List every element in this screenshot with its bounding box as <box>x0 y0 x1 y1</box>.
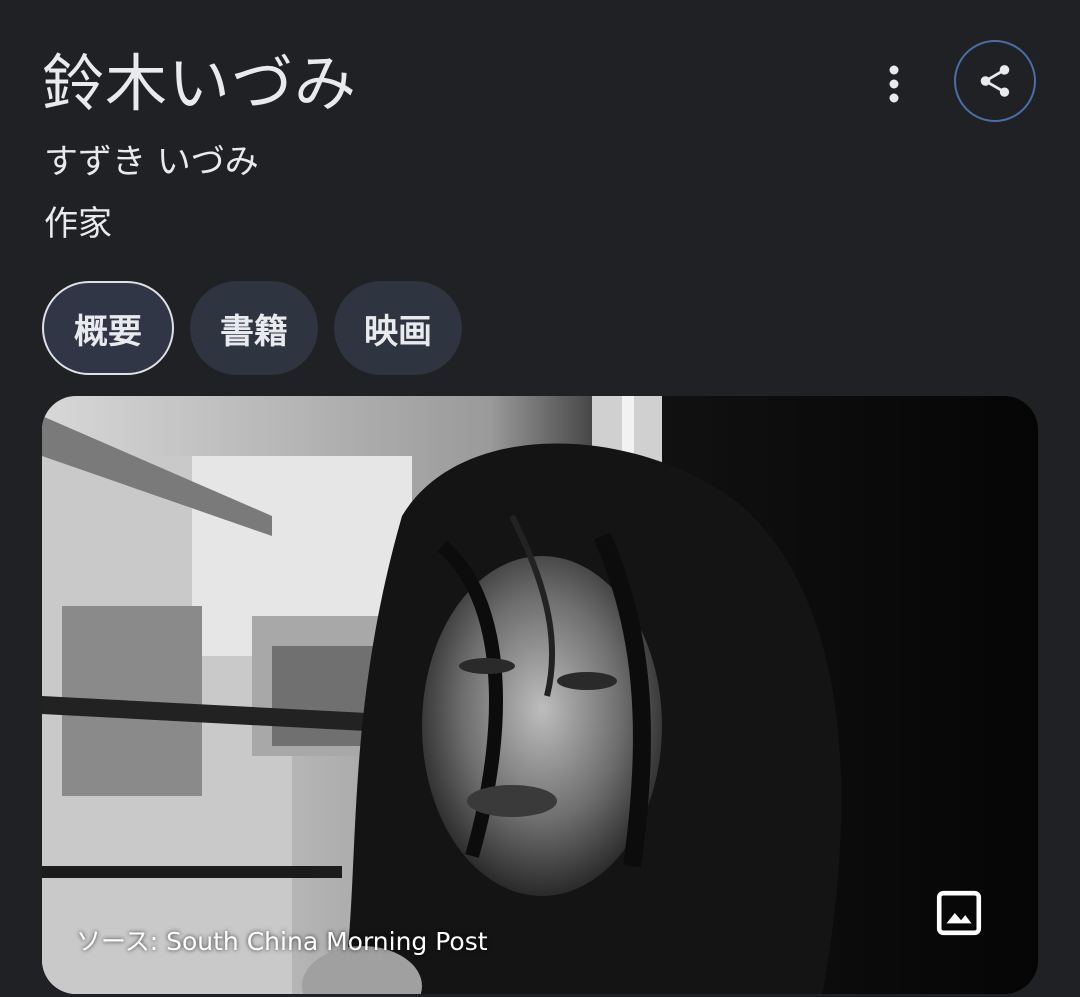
entity-photo[interactable]: ソース: South China Morning Post <box>42 396 1038 994</box>
more-options-button[interactable] <box>864 54 924 114</box>
share-icon <box>980 65 1010 97</box>
tab-bar: 概要 書籍 映画 <box>42 281 462 375</box>
image-icon[interactable] <box>934 888 984 938</box>
entity-description: 作家 <box>44 204 112 244</box>
tab-overview[interactable]: 概要 <box>42 281 174 375</box>
share-button[interactable] <box>954 40 1036 122</box>
tab-books[interactable]: 書籍 <box>190 281 318 375</box>
entity-title: 鈴木いづみ <box>42 47 358 120</box>
portrait-photo <box>42 396 1038 994</box>
photo-credit: ソース: South China Morning Post <box>76 927 488 956</box>
entity-reading: すずき いづみ <box>44 142 259 182</box>
tab-movies[interactable]: 映画 <box>334 281 462 375</box>
more-vert-icon <box>889 65 899 103</box>
